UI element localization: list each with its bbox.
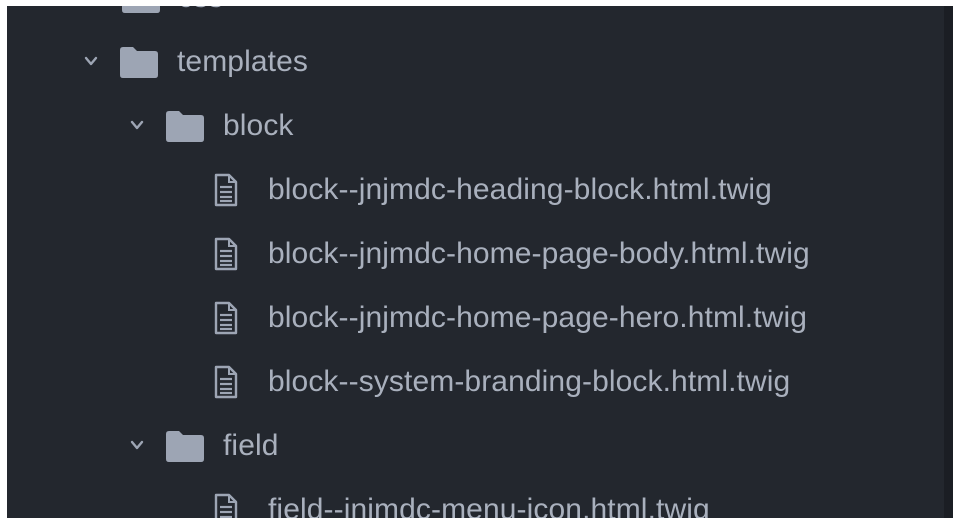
tree-folder-templates[interactable]: templates xyxy=(7,30,939,94)
tree-file-label: block--jnjmdc-home-page-body.html.twig xyxy=(268,237,810,270)
tree-file[interactable]: block--system-branding-block.html.twig xyxy=(7,350,939,414)
folder-icon xyxy=(122,6,160,13)
tree-folder-block[interactable]: block xyxy=(7,94,939,158)
file-text-icon xyxy=(214,365,238,399)
tree-folder-field[interactable]: field xyxy=(7,414,939,478)
tree-folder-label: block xyxy=(223,109,294,142)
file-text-icon xyxy=(214,493,238,518)
file-tree-panel: css templates block xyxy=(7,6,953,518)
tree-file[interactable]: block--jnjmdc-home-page-hero.html.twig xyxy=(7,286,939,350)
tree-file-label: block--system-branding-block.html.twig xyxy=(268,365,791,398)
folder-icon xyxy=(120,47,158,78)
tree-folder-label: templates xyxy=(177,45,308,78)
folder-icon xyxy=(166,431,204,462)
chevron-down-icon[interactable] xyxy=(130,438,144,452)
tree-file[interactable]: field--jnjmdc-menu-icon.html.twig xyxy=(7,478,939,518)
tree-file-label: field--jnjmdc-menu-icon.html.twig xyxy=(268,493,710,518)
tree-file-label: block--jnjmdc-heading-block.html.twig xyxy=(268,173,772,206)
tree-folder-label: css xyxy=(178,6,223,30)
file-text-icon xyxy=(214,301,238,335)
folder-icon xyxy=(166,111,204,142)
vertical-scrollbar[interactable] xyxy=(944,6,953,518)
tree-file[interactable]: block--jnjmdc-heading-block.html.twig xyxy=(7,158,939,222)
chevron-down-icon[interactable] xyxy=(130,118,144,132)
tree-folder-label: field xyxy=(223,429,279,462)
tree-file[interactable]: block--jnjmdc-home-page-body.html.twig xyxy=(7,222,939,286)
tree-view: css templates block xyxy=(7,6,939,518)
file-text-icon xyxy=(214,237,238,271)
tree-file-label: block--jnjmdc-home-page-hero.html.twig xyxy=(268,301,807,334)
file-text-icon xyxy=(214,173,238,207)
tree-folder-css[interactable]: css xyxy=(7,6,939,30)
chevron-down-icon[interactable] xyxy=(84,54,98,68)
